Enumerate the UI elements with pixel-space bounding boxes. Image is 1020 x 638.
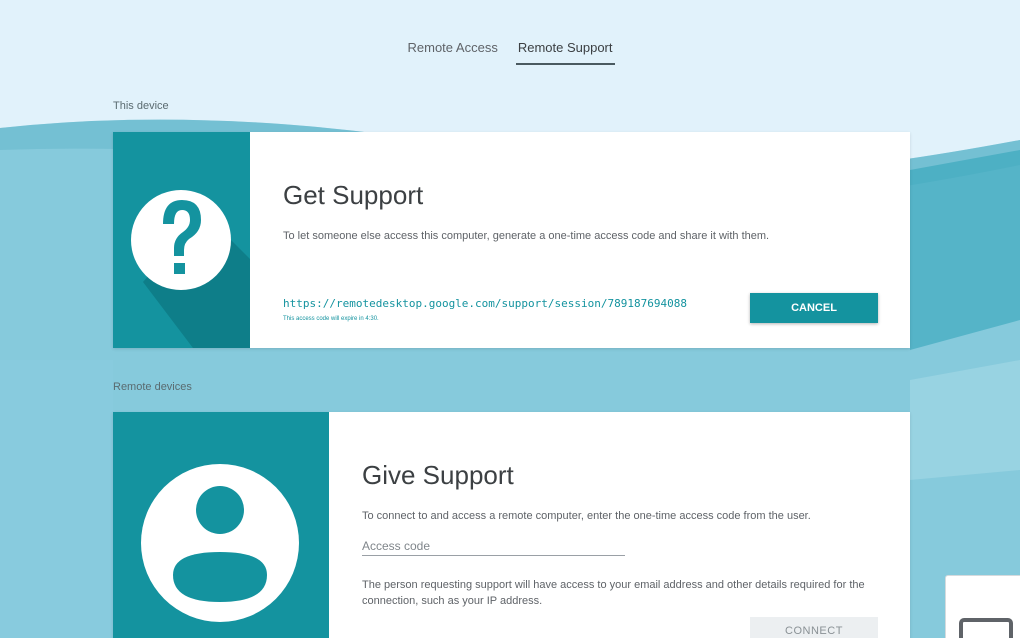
give-support-title: Give Support: [362, 460, 514, 490]
question-mark-icon: [131, 190, 250, 348]
tab-remote-support[interactable]: Remote Support: [515, 38, 615, 65]
section-label-remote-devices: Remote devices: [113, 381, 192, 393]
give-support-icon-panel: [113, 412, 329, 638]
laptop-icon: [959, 618, 1013, 638]
cancel-button[interactable]: CANCEL: [750, 293, 878, 323]
privacy-note: The person requesting support will have …: [362, 579, 865, 607]
get-support-card: Get Support To let someone else access t…: [113, 132, 910, 348]
partial-popup-card: [945, 575, 1020, 638]
section-label-this-device: This device: [113, 100, 169, 112]
tab-remote-access[interactable]: Remote Access: [406, 38, 500, 65]
get-support-icon-panel: [113, 132, 250, 348]
give-support-description: To connect to and access a remote comput…: [362, 510, 811, 522]
support-tabs: Remote Access Remote Support: [0, 38, 1020, 65]
session-url[interactable]: https://remotedesktop.google.com/support…: [283, 297, 687, 310]
get-support-description: To let someone else access this computer…: [283, 230, 770, 242]
expire-note: This access code will expire in 4:30.: [283, 316, 379, 322]
person-icon: [141, 464, 299, 622]
access-code-input[interactable]: [362, 536, 625, 556]
give-support-card: Give Support To connect to and access a …: [113, 412, 910, 638]
get-support-title: Get Support: [283, 180, 424, 210]
connect-button[interactable]: CONNECT: [750, 617, 878, 638]
